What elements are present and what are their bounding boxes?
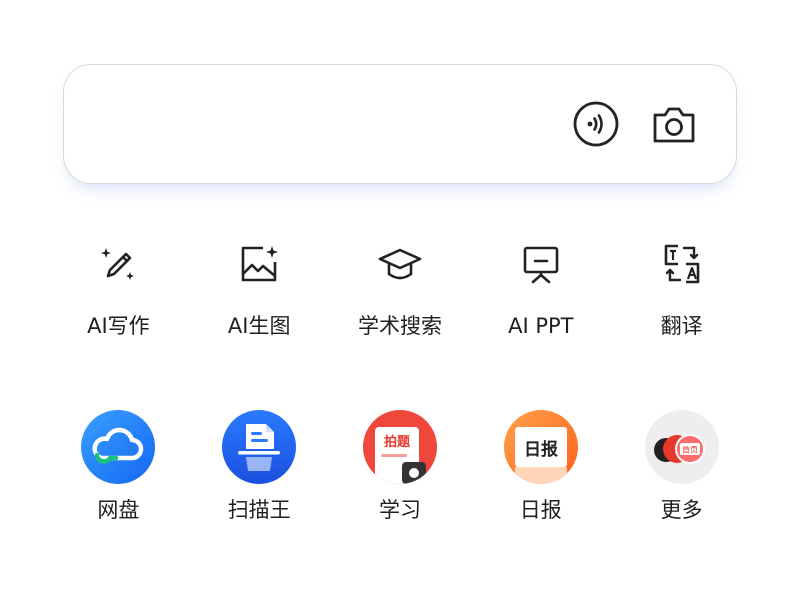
study-badge-text: 拍题 [384,434,411,450]
app-daily[interactable]: 日报 日报 [470,409,611,522]
tool-ai-image[interactable]: AI生图 [189,240,330,338]
tool-label: AI生图 [227,314,291,338]
home-page: AI写作 AI生图 学术搜索 AI PPT 翻译 网盘 扫描王 拍题 学习 日报… [0,0,800,600]
translate-icon [664,244,699,284]
camera-icon [653,107,695,143]
camera-search-button[interactable] [650,101,698,147]
daily-report-icon: 日报 [503,410,578,484]
tool-academic-search[interactable]: 学术搜索 [330,240,471,338]
tool-translate[interactable]: 翻译 [611,240,752,338]
app-more[interactable]: 首页 更多 [611,409,752,522]
tool-label: 翻译 [660,314,703,338]
voice-search-button[interactable] [573,101,619,147]
study-icon: 拍题 [362,410,437,484]
app-label: 更多 [660,498,703,522]
scanner-icon [222,410,297,484]
graduation-cap-icon [378,248,422,280]
tool-ai-ppt[interactable]: AI PPT [470,240,611,338]
apps-row: 网盘 扫描王 拍题 学习 日报 日报 首页 更多 [48,409,752,522]
tool-label: 学术搜索 [357,314,442,338]
cloud-drive-icon [81,410,156,484]
magic-pen-icon [101,248,135,280]
presentation-board-icon [523,246,559,284]
app-study[interactable]: 拍题 学习 [330,409,471,522]
tool-label: AI写作 [87,314,150,338]
search-box[interactable] [63,64,737,184]
ai-tools-row: AI写作 AI生图 学术搜索 AI PPT 翻译 [48,240,752,338]
app-netdisk[interactable]: 网盘 [48,409,189,522]
daily-badge-text: 日报 [524,439,558,460]
app-label: 网盘 [97,498,140,522]
more-apps-icon: 首页 [644,410,719,484]
image-sparkle-icon [241,246,279,282]
voice-wave-icon [573,101,619,147]
tool-ai-writing[interactable]: AI写作 [48,240,189,338]
app-label: 学习 [378,498,421,522]
app-scanner[interactable]: 扫描王 [189,409,330,522]
tool-label: AI PPT [508,314,574,338]
more-badge-text: 首页 [682,445,698,455]
app-label: 扫描王 [227,498,291,522]
app-label: 日报 [519,498,562,522]
